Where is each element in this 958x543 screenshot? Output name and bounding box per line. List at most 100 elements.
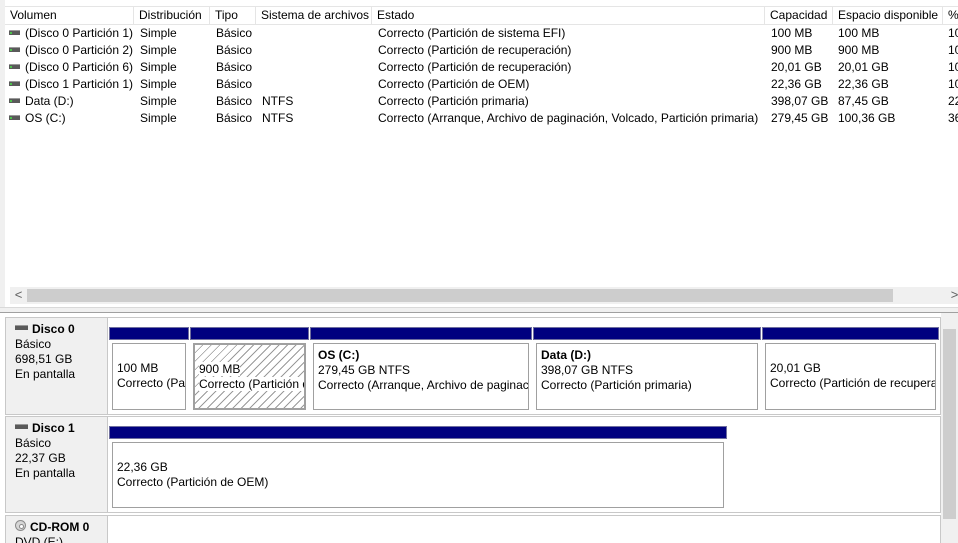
volume-capacity: 279,45 GB (771, 111, 829, 125)
column-layout[interactable]: Distribución (134, 7, 210, 25)
volume-row[interactable]: (Disco 0 Partición 1) Simple Básico Corr… (5, 25, 958, 42)
column-filesystem[interactable]: Sistema de archivos (256, 7, 372, 25)
volume-status: Correcto (Arranque, Archivo de paginació… (378, 111, 759, 125)
partition-header-bar (533, 327, 761, 340)
disk-icon (15, 325, 28, 331)
disk-kind: DVD (E:) (15, 535, 63, 543)
column-volume[interactable]: Volumen (5, 7, 134, 25)
column-type[interactable]: Tipo (210, 7, 256, 25)
partition-header-bar (109, 327, 189, 340)
volume-filesystem: NTFS (262, 111, 294, 125)
volume-capacity: 398,07 GB (771, 94, 829, 108)
volume-status: Correcto (Partición de recuperación) (378, 43, 572, 57)
volume-layout: Simple (140, 77, 177, 91)
disk-state: En pantalla (15, 367, 76, 381)
scroll-right-arrow-icon[interactable]: > (946, 287, 958, 304)
scrollbar-thumb[interactable] (943, 329, 956, 519)
disk-1-label[interactable]: Disco 1 Básico 22,37 GB En pantalla (5, 416, 108, 513)
scroll-left-arrow-icon[interactable]: < (10, 287, 27, 304)
volume-percent-free: 22 (948, 94, 958, 108)
volume-free-space: 100,36 GB (838, 111, 896, 125)
volume-icon (9, 47, 20, 53)
partition-size: 900 MB (199, 362, 241, 376)
partition-size: 100 MB (117, 361, 159, 375)
volume-status: Correcto (Partición de OEM) (378, 77, 530, 91)
volume-name: (Disco 0 Partición 2) (25, 43, 134, 57)
disk-size: 698,51 GB (15, 352, 73, 366)
column-status[interactable]: Estado (372, 7, 765, 25)
volume-free-space: 20,01 GB (838, 60, 889, 74)
vertical-scrollbar[interactable] (941, 313, 958, 543)
volume-list[interactable]: Volumen Distribución Tipo Sistema de arc… (0, 0, 958, 307)
volume-row[interactable]: OS (C:) Simple Básico NTFS Correcto (Arr… (5, 110, 958, 127)
volume-free-space: 22,36 GB (838, 77, 889, 91)
disk-kind: Básico (15, 337, 52, 351)
partition-status: Correcto (Partición de recuperación) (770, 376, 935, 390)
volume-type: Básico (216, 77, 253, 91)
volume-capacity: 100 MB (771, 26, 813, 40)
volume-percent-free: 10 (948, 60, 958, 74)
volume-icon (9, 98, 20, 104)
disk-graph[interactable]: Disco 0 Básico 698,51 GB En pantalla 100… (0, 313, 941, 543)
volume-layout: Simple (140, 94, 177, 108)
volume-capacity: 900 MB (771, 43, 813, 57)
volume-name: OS (C:) (25, 111, 66, 125)
volume-percent-free: 10 (948, 77, 958, 91)
column-capacity[interactable]: Capacidad (765, 7, 833, 25)
partition-size: 279,45 GB NTFS (318, 363, 411, 377)
partition-block[interactable]: 100 MB Correcto (Partición de sistema EF… (109, 318, 189, 416)
horizontal-scrollbar[interactable]: < > (10, 287, 958, 304)
volume-type: Básico (216, 94, 253, 108)
scrollbar-thumb[interactable] (27, 289, 893, 302)
partition-block[interactable]: Data (D:) 398,07 GB NTFS Correcto (Parti… (533, 318, 761, 416)
partition-header-bar (310, 327, 532, 340)
partition-volume-name: Data (D:) (541, 348, 591, 362)
partition-volume-name: OS (C:) (318, 348, 360, 362)
volume-name: (Disco 0 Partición 1) (25, 26, 134, 40)
volume-icon (9, 64, 20, 70)
cdrom-0-label[interactable]: CD-ROM 0 DVD (E:) (5, 515, 108, 543)
volume-icon (9, 30, 20, 36)
partition-header-bar (762, 327, 939, 340)
disk-size: 22,37 GB (15, 451, 66, 465)
column-free-space[interactable]: Espacio disponible (833, 7, 943, 25)
volume-free-space: 87,45 GB (838, 94, 889, 108)
volume-row[interactable]: (Disco 0 Partición 6) Simple Básico Corr… (5, 59, 958, 76)
partition-header-bar (190, 327, 309, 340)
volume-capacity: 20,01 GB (771, 60, 822, 74)
volume-row[interactable]: (Disco 1 Partición 1) Simple Básico Corr… (5, 76, 958, 93)
volume-percent-free: 10 (948, 43, 958, 57)
volume-type: Básico (216, 60, 253, 74)
volume-status: Correcto (Partición primaria) (378, 94, 529, 108)
volume-free-space: 100 MB (838, 26, 880, 40)
partition-header-bar (109, 426, 727, 439)
disk-name: Disco 0 (32, 322, 75, 336)
disk-0-label[interactable]: Disco 0 Básico 698,51 GB En pantalla (5, 317, 108, 415)
disk-1-partitions: 22,36 GB Correcto (Partición de OEM) (108, 416, 941, 513)
partition-size: 22,36 GB (117, 460, 168, 474)
partition-status: Correcto (Partición de sistema EFI) (117, 376, 186, 390)
volume-type: Básico (216, 43, 253, 57)
partition-block[interactable]: 22,36 GB Correcto (Partición de OEM) (109, 417, 727, 514)
partition-block[interactable]: 20,01 GB Correcto (Partición de recupera… (762, 318, 939, 416)
volume-percent-free: 10 (948, 26, 958, 40)
partition-block-selected[interactable]: 900 MB Correcto (Partición de recuperaci… (190, 318, 309, 416)
volume-name: (Disco 1 Partición 1) (25, 77, 134, 91)
disk-name: CD-ROM 0 (30, 520, 90, 534)
volume-layout: Simple (140, 26, 177, 40)
volume-row[interactable]: Data (D:) Simple Básico NTFS Correcto (P… (5, 93, 958, 110)
partition-status: Correcto (Partición de OEM) (117, 475, 269, 489)
partition-size: 20,01 GB (770, 361, 821, 375)
volume-row[interactable]: (Disco 0 Partición 2) Simple Básico Corr… (5, 42, 958, 59)
volume-layout: Simple (140, 111, 177, 125)
cdrom-0-partitions (108, 515, 941, 543)
volume-percent-free: 36 (948, 111, 958, 125)
disk-name: Disco 1 (32, 421, 75, 435)
column-percent-free[interactable]: % (943, 7, 958, 25)
disk-state: En pantalla (15, 466, 76, 480)
volume-status: Correcto (Partición de recuperación) (378, 60, 572, 74)
cd-rom-icon (15, 520, 26, 532)
partition-block[interactable]: OS (C:) 279,45 GB NTFS Correcto (Arranqu… (310, 318, 532, 416)
volume-icon (9, 81, 20, 87)
volume-free-space: 900 MB (838, 43, 880, 57)
